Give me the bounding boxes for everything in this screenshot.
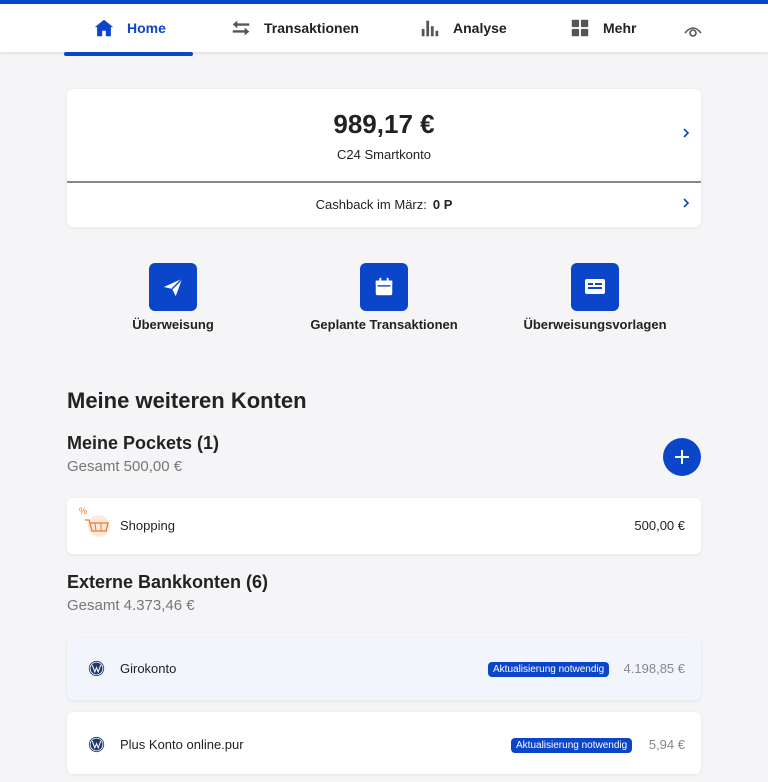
pocket-name: Shopping	[120, 518, 175, 533]
action-ueberweisungsvorlagen-label: Überweisungsvorlagen	[523, 317, 667, 332]
svg-text:%: %	[79, 506, 87, 516]
external-account-amount: 4.198,85 €	[623, 661, 685, 676]
nav-transaktionen-label: Transaktionen	[264, 20, 359, 36]
nav-analyse-label: Analyse	[453, 20, 507, 36]
account-name: C24 Smartkonto	[337, 147, 431, 162]
chevron-right-icon[interactable]	[681, 198, 691, 208]
action-ueberweisungsvorlagen[interactable]: Überweisungsvorlagen	[495, 263, 695, 332]
nav-transaktionen[interactable]: Transaktionen	[230, 4, 359, 52]
eye-icon[interactable]	[683, 23, 703, 39]
vw-logo-icon	[88, 660, 105, 677]
bar-chart-icon	[421, 20, 439, 37]
external-account-name: Girokonto	[120, 661, 177, 676]
pocket-row-shopping[interactable]: % Shopping 500,00 €	[67, 498, 701, 554]
top-navigation: Home Transaktionen Analyse Mehr	[0, 0, 768, 56]
card-divider	[67, 181, 701, 183]
nav-mehr-label: Mehr	[603, 20, 637, 36]
pocket-amount: 500,00 €	[634, 518, 685, 533]
cashback-label: Cashback im März:	[315, 197, 427, 212]
calendar-icon	[375, 277, 393, 296]
transfer-arrows-icon	[232, 20, 250, 36]
nav-active-indicator	[64, 52, 193, 56]
card-template-icon	[585, 279, 605, 294]
vw-logo-icon	[88, 736, 105, 753]
status-badge: Aktualisierung notwendig	[511, 738, 633, 753]
external-account-name: Plus Konto online.pur	[120, 737, 244, 752]
section-title: Meine weiteren Konten	[67, 388, 307, 413]
status-badge: Aktualisierung notwendig	[488, 662, 610, 677]
external-account-row[interactable]: Plus Konto online.pur Aktualisierung not…	[67, 712, 701, 774]
action-ueberweisungsvorlagen-button[interactable]	[571, 263, 619, 311]
account-balance-card[interactable]: 989,17 € C24 Smartkonto Cashback im März…	[67, 89, 701, 227]
external-accounts-title: Externe Bankkonten (6)	[67, 572, 269, 592]
plus-icon	[675, 450, 689, 464]
account-balance: 989,17 €	[333, 109, 435, 139]
action-geplante-transaktionen-label: Geplante Transaktionen	[310, 317, 458, 332]
home-icon	[94, 19, 114, 37]
add-pocket-button[interactable]	[663, 438, 701, 476]
external-accounts-total: Gesamt 4.373,46 €	[67, 597, 195, 614]
action-geplante-transaktionen-button[interactable]	[360, 263, 408, 311]
external-account-row[interactable]: Girokonto Aktualisierung notwendig 4.198…	[67, 638, 701, 700]
nav-mehr[interactable]: Mehr	[569, 4, 636, 52]
nav-home[interactable]: Home	[93, 4, 166, 52]
action-geplante-transaktionen[interactable]: Geplante Transaktionen	[284, 263, 484, 332]
action-ueberweisung-label: Überweisung	[132, 317, 214, 332]
action-ueberweisung-button[interactable]	[149, 263, 197, 311]
chevron-right-icon[interactable]	[681, 128, 691, 138]
nav-home-label: Home	[127, 20, 166, 36]
external-account-amount: 5,94 €	[648, 737, 685, 752]
grid-icon	[571, 19, 589, 37]
action-ueberweisung[interactable]: Überweisung	[73, 263, 273, 332]
pockets-total: Gesamt 500,00 €	[67, 458, 183, 475]
nav-analyse[interactable]: Analyse	[419, 4, 507, 52]
paper-plane-icon	[163, 278, 183, 297]
cashback-row[interactable]: Cashback im März: 0 P	[67, 197, 701, 212]
cashback-value: 0 P	[432, 197, 453, 212]
pockets-title: Meine Pockets (1)	[67, 433, 220, 453]
shopping-cart-icon: %	[79, 506, 110, 537]
